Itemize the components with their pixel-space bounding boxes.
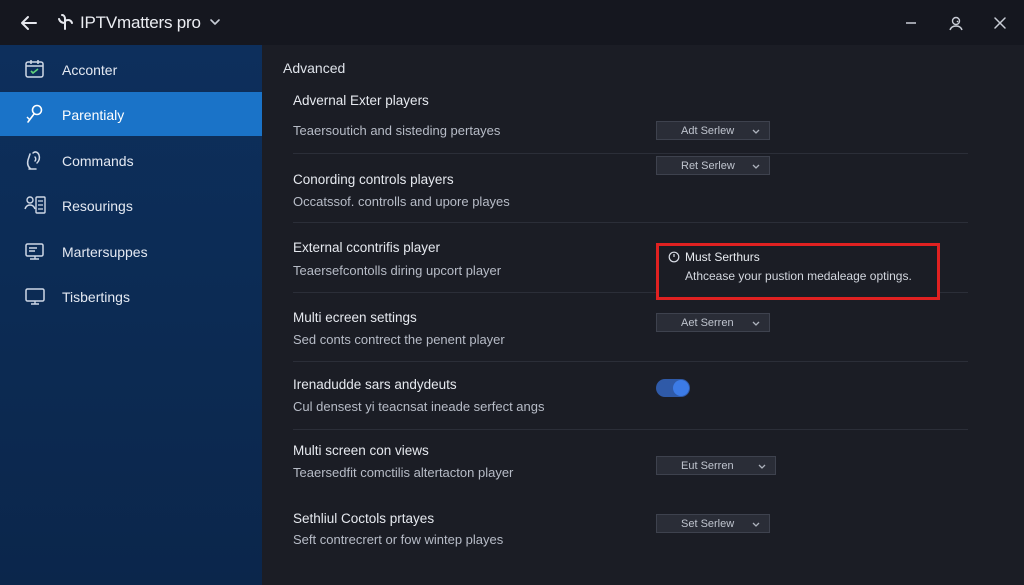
- account-button[interactable]: [945, 12, 967, 34]
- row-description: Occatssof. controlls and upore playes: [293, 194, 510, 209]
- chevron-down-icon: [752, 129, 760, 134]
- select-value: Ret Serlew: [681, 160, 735, 172]
- toggle-switch[interactable]: [656, 379, 690, 397]
- divider: [293, 222, 968, 223]
- app-logo-icon: [56, 13, 76, 33]
- select-value: Set Serlew: [681, 518, 735, 530]
- chevron-down-icon: [752, 321, 760, 326]
- app-title: IPTVmatters pro: [80, 13, 201, 32]
- select-dropdown[interactable]: Eut Serren: [656, 456, 776, 475]
- sidebar: Acconter Parentialy Commands Resourings …: [0, 45, 262, 585]
- row-description: Cul densest yi teacnsat ineade serfect a…: [293, 399, 545, 414]
- sidebar-item-resourings[interactable]: Resourings: [0, 183, 262, 227]
- sidebar-item-label: Commands: [62, 153, 134, 169]
- close-button[interactable]: [989, 12, 1011, 34]
- chevron-down-icon: [758, 464, 766, 469]
- section-title: Advanced: [283, 60, 346, 76]
- select-value: Eut Serren: [681, 460, 734, 472]
- sidebar-item-parentialy[interactable]: Parentialy: [0, 92, 262, 136]
- account-icon: [949, 16, 963, 31]
- minimize-icon: [906, 22, 916, 24]
- row-description: Seft contrecrert or fow wintep playes: [293, 532, 504, 547]
- sidebar-item-label: Parentialy: [62, 107, 125, 123]
- select-dropdown[interactable]: Set Serlew: [656, 514, 770, 533]
- close-icon: [994, 17, 1006, 29]
- sidebar-item-commands[interactable]: Commands: [0, 138, 262, 182]
- sidebar-item-label: Acconter: [62, 62, 118, 78]
- tooltip-body: Athcease your pustion medaleage optings.: [685, 269, 912, 283]
- row-title: Advernal Exter players: [293, 93, 429, 108]
- chevron-down-icon[interactable]: [208, 15, 222, 29]
- toggle-knob: [673, 380, 689, 396]
- row-title: External ccontrifis player: [293, 240, 441, 255]
- row-description: Teaersoutich and sisteding pertayes: [293, 123, 501, 138]
- sidebar-item-martersuppes[interactable]: Martersuppes: [0, 229, 262, 273]
- title-bar: IPTVmatters pro: [0, 0, 1024, 45]
- screen-icon: [23, 285, 47, 307]
- row-title: Irenadudde sars andydeuts: [293, 377, 457, 392]
- row-title: Multi ecreen settings: [293, 310, 417, 325]
- hand-icon: [23, 149, 47, 171]
- select-dropdown[interactable]: Ret Serlew: [656, 156, 770, 175]
- chevron-down-icon: [752, 164, 760, 169]
- sidebar-item-acconter[interactable]: Acconter: [0, 47, 262, 91]
- select-value: Adt Serlew: [681, 125, 735, 137]
- main-panel: Advanced Advernal Exter players Teaersou…: [262, 45, 1024, 585]
- arrow-left-icon: [21, 16, 37, 30]
- row-title: Sethliul Coctols prtayes: [293, 511, 435, 526]
- chevron-down-icon: [752, 522, 760, 527]
- sidebar-item-label: Martersuppes: [62, 244, 148, 260]
- divider: [293, 153, 968, 154]
- select-dropdown[interactable]: Aet Serren: [656, 313, 770, 332]
- minimize-button[interactable]: [900, 12, 922, 34]
- people-list-icon: [23, 194, 47, 216]
- info-circle-icon: [668, 251, 680, 263]
- tooltip-title: Must Serthurs: [685, 250, 760, 264]
- sidebar-item-label: Resourings: [62, 198, 133, 214]
- sidebar-item-tisbertings[interactable]: Tisbertings: [0, 274, 262, 318]
- back-button[interactable]: [18, 12, 40, 34]
- select-value: Aet Serren: [681, 317, 734, 329]
- highlighted-tooltip: Must Serthurs Athcease your pustion meda…: [656, 243, 940, 300]
- calendar-icon: [23, 58, 47, 80]
- row-title: Conording controls players: [293, 172, 454, 187]
- divider: [293, 429, 968, 430]
- row-description: Teaersefcontolls diring upcort player: [293, 263, 502, 278]
- tv-icon: [23, 240, 47, 262]
- row-title: Multi screen con views: [293, 443, 429, 458]
- pin-icon: [23, 103, 47, 125]
- select-dropdown[interactable]: Adt Serlew: [656, 121, 770, 140]
- divider: [293, 361, 968, 362]
- row-description: Teaersedfit comctilis altertacton player: [293, 465, 514, 480]
- sidebar-item-label: Tisbertings: [62, 289, 130, 305]
- row-description: Sed conts contrect the penent player: [293, 332, 505, 347]
